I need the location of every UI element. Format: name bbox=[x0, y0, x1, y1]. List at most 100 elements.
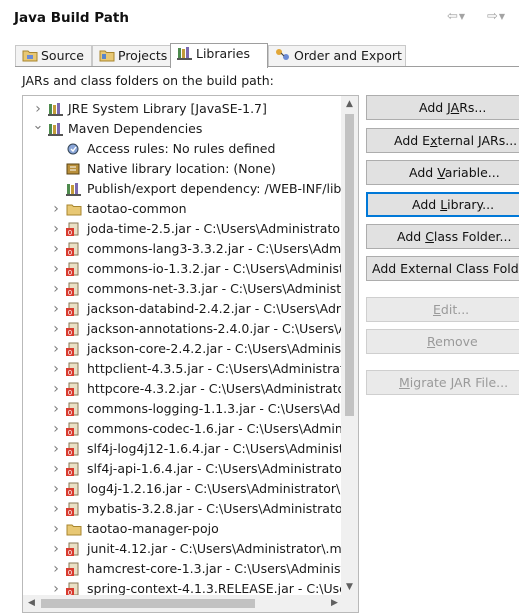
tree-item-label: taotao-common bbox=[87, 201, 187, 216]
tree-item[interactable]: › 0 spring-context-4.1.3.RELEASE.jar - C:\… bbox=[23, 579, 343, 596]
tree-item[interactable]: › 0 commons-codec-1.6.jar - C:\Users\Admin… bbox=[23, 419, 343, 439]
chevron-right-icon[interactable]: › bbox=[50, 459, 62, 479]
chevron-right-icon[interactable]: › bbox=[50, 559, 62, 579]
tree-item[interactable]: › 0 log4j-1.2.16.jar - C:\Users\Administra… bbox=[23, 479, 343, 499]
chevron-right-icon[interactable]: › bbox=[50, 499, 62, 519]
tree-item[interactable]: › 0 hamcrest-core-1.3.jar - C:\Users\Admin… bbox=[23, 559, 343, 579]
add-jars-button[interactable]: Add JARs... bbox=[366, 95, 519, 120]
svg-text:0: 0 bbox=[68, 429, 72, 436]
tree-item-label: JRE System Library [JavaSE-1.7] bbox=[68, 101, 267, 116]
chevron-right-icon[interactable]: › bbox=[50, 419, 62, 439]
svg-text:0: 0 bbox=[68, 409, 72, 416]
tree-item[interactable]: › 0 junit-4.12.jar - C:\Users\Administrato… bbox=[23, 539, 343, 559]
chevron-right-icon[interactable]: › bbox=[50, 319, 62, 339]
horizontal-scrollbar[interactable]: ◀ ▶ bbox=[23, 595, 343, 612]
tree-item[interactable]: › taotao-manager-pojo bbox=[23, 519, 343, 539]
chevron-right-icon[interactable]: › bbox=[50, 479, 62, 499]
tree-item[interactable]: › 0 commons-net-3.3.jar - C:\Users\Adminis… bbox=[23, 279, 343, 299]
tree-item-label: commons-io-1.3.2.jar - C:\Users\Administ… bbox=[87, 261, 343, 276]
tree-item[interactable]: › JRE System Library [JavaSE-1.7] bbox=[23, 99, 343, 119]
edit-button[interactable]: Edit... bbox=[366, 297, 519, 322]
tree-item[interactable]: › 0 jackson-core-2.4.2.jar - C:\Users\Admi… bbox=[23, 339, 343, 359]
tree-item[interactable]: › 0 slf4j-log4j12-1.6.4.jar - C:\Users\Adm… bbox=[23, 439, 343, 459]
library-icon bbox=[48, 102, 64, 116]
tree-item[interactable]: › 0 commons-logging-1.1.3.jar - C:\Users\A… bbox=[23, 399, 343, 419]
horizontal-scroll-thumb[interactable] bbox=[41, 599, 255, 608]
tree-item[interactable]: ⌄ Maven Dependencies bbox=[23, 116, 343, 139]
tab-order-and-export[interactable]: Order and Export bbox=[268, 45, 406, 67]
scroll-corner bbox=[341, 595, 358, 612]
svg-text:0: 0 bbox=[68, 509, 72, 516]
svg-text:0: 0 bbox=[68, 309, 72, 316]
native-library-icon bbox=[66, 162, 82, 176]
migrate-jar-file-button[interactable]: Migrate JAR File... bbox=[366, 370, 519, 395]
chevron-down-icon[interactable]: ⌄ bbox=[32, 116, 44, 136]
chevron-right-icon[interactable]: › bbox=[50, 339, 62, 359]
jar-icon: 0 bbox=[66, 462, 82, 477]
chevron-right-icon[interactable]: › bbox=[50, 579, 62, 596]
add-external-class-folder-label: Add External Class Folder... bbox=[372, 261, 519, 276]
tree-rows: › JRE System Library [JavaSE-1.7] ⌄ Maven D… bbox=[23, 96, 343, 596]
add-library-button[interactable]: Add Library... bbox=[366, 192, 519, 217]
add-external-jars-button[interactable]: Add External JARs... bbox=[366, 128, 519, 153]
chevron-right-icon[interactable]: › bbox=[50, 519, 62, 539]
vertical-scrollbar[interactable]: ▲ ▼ bbox=[341, 96, 358, 596]
chevron-right-icon[interactable]: › bbox=[50, 399, 62, 419]
build-path-tree[interactable]: › JRE System Library [JavaSE-1.7] ⌄ Maven D… bbox=[22, 95, 359, 613]
tree-item-label: commons-codec-1.6.jar - C:\Users\Adminis… bbox=[87, 421, 343, 436]
tree-item[interactable]: › 0 httpcore-4.3.2.jar - C:\Users\Administ… bbox=[23, 379, 343, 399]
tree-item[interactable]: › 0 mybatis-3.2.8.jar - C:\Users\Administr… bbox=[23, 499, 343, 519]
scroll-left-icon[interactable]: ◀ bbox=[23, 595, 40, 612]
tree-item[interactable]: › 0 jackson-annotations-2.4.0.jar - C:\Use… bbox=[23, 319, 343, 339]
tree-item-label: joda-time-2.5.jar - C:\Users\Administrat… bbox=[87, 221, 343, 236]
chevron-right-icon[interactable]: › bbox=[50, 279, 62, 299]
add-library-label: Add Library... bbox=[412, 197, 495, 212]
tree-item[interactable]: › 0 httpclient-4.3.5.jar - C:\Users\Admini… bbox=[23, 359, 343, 379]
tree-item[interactable]: › 0 jackson-databind-2.4.2.jar - C:\Users\… bbox=[23, 299, 343, 319]
tab-libraries[interactable]: Libraries bbox=[170, 43, 268, 68]
jar-icon: 0 bbox=[66, 442, 82, 457]
tab-projects-label: Projects bbox=[118, 48, 168, 63]
chevron-right-icon[interactable]: › bbox=[50, 299, 62, 319]
tree-item[interactable]: Access rules: No rules defined bbox=[23, 139, 343, 159]
order-export-icon bbox=[275, 48, 291, 62]
access-rules-icon bbox=[66, 142, 82, 156]
tree-item[interactable]: › 0 joda-time-2.5.jar - C:\Users\Administr… bbox=[23, 219, 343, 239]
tree-item[interactable]: Publish/export dependency: /WEB-INF/lib bbox=[23, 179, 343, 199]
scroll-up-icon[interactable]: ▲ bbox=[341, 96, 358, 113]
add-external-class-folder-button[interactable]: Add External Class Folder... bbox=[366, 256, 519, 281]
tree-item[interactable]: › 0 commons-io-1.3.2.jar - C:\Users\Admini… bbox=[23, 259, 343, 279]
chevron-right-icon[interactable]: › bbox=[50, 439, 62, 459]
jar-icon: 0 bbox=[66, 562, 82, 577]
tree-item[interactable]: › 0 commons-lang3-3.3.2.jar - C:\Users\Adm… bbox=[23, 239, 343, 259]
forward-icon[interactable]: ⇨▼ bbox=[487, 9, 505, 24]
chevron-right-icon[interactable]: › bbox=[50, 359, 62, 379]
add-variable-button[interactable]: Add Variable... bbox=[366, 160, 519, 185]
tree-item-label: hamcrest-core-1.3.jar - C:\Users\Adminis… bbox=[87, 561, 343, 576]
jar-icon: 0 bbox=[66, 222, 82, 237]
tab-source[interactable]: Source bbox=[15, 45, 92, 67]
chevron-right-icon[interactable]: › bbox=[50, 239, 62, 259]
build-path-description: JARs and class folders on the build path… bbox=[22, 73, 274, 88]
chevron-right-icon[interactable]: › bbox=[50, 199, 62, 219]
tree-item-label: httpclient-4.3.5.jar - C:\Users\Administ… bbox=[87, 361, 343, 376]
tree-item[interactable]: › 0 slf4j-api-1.6.4.jar - C:\Users\Adminis… bbox=[23, 459, 343, 479]
vertical-scroll-thumb[interactable] bbox=[345, 114, 354, 416]
tree-item-label: slf4j-api-1.6.4.jar - C:\Users\Administr… bbox=[87, 461, 343, 476]
remove-button[interactable]: Remove bbox=[366, 329, 519, 354]
chevron-right-icon[interactable]: › bbox=[50, 539, 62, 559]
chevron-right-icon[interactable]: › bbox=[50, 259, 62, 279]
add-class-folder-button[interactable]: Add Class Folder... bbox=[366, 224, 519, 249]
source-folder-icon bbox=[22, 48, 38, 62]
tab-projects[interactable]: Projects bbox=[92, 45, 180, 67]
jar-icon: 0 bbox=[66, 542, 82, 557]
back-icon[interactable]: ⇦▼ bbox=[447, 9, 465, 24]
jar-icon: 0 bbox=[66, 402, 82, 417]
tree-item[interactable]: › taotao-common bbox=[23, 199, 343, 219]
edit-label: Edit... bbox=[433, 302, 470, 317]
chevron-right-icon[interactable]: › bbox=[50, 219, 62, 239]
scroll-down-icon[interactable]: ▼ bbox=[341, 579, 358, 596]
tree-item[interactable]: Native library location: (None) bbox=[23, 159, 343, 179]
chevron-right-icon[interactable]: › bbox=[50, 379, 62, 399]
add-external-jars-label: Add External JARs... bbox=[394, 133, 518, 148]
